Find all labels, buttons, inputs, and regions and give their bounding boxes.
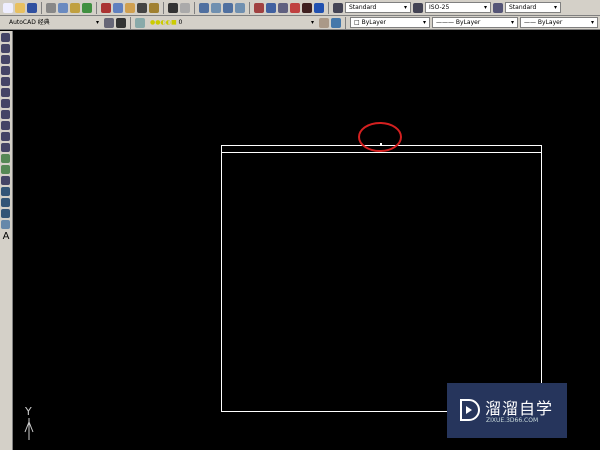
dim-style-icon bbox=[413, 2, 423, 13]
text-style-value: Standard bbox=[349, 4, 377, 11]
undo-icon[interactable] bbox=[168, 2, 178, 13]
dim-style-value: ISO-25 bbox=[429, 4, 450, 11]
arc-icon[interactable] bbox=[1, 88, 10, 97]
spline-icon[interactable] bbox=[1, 121, 10, 130]
layer-previous-icon[interactable] bbox=[331, 17, 341, 28]
chevron-down-icon: ▾ bbox=[422, 19, 426, 26]
publish-icon[interactable] bbox=[70, 2, 80, 13]
table-icon[interactable] bbox=[1, 220, 10, 229]
layer-manager-icon[interactable] bbox=[135, 17, 145, 28]
zoom-previous-icon[interactable] bbox=[235, 2, 245, 13]
line-icon[interactable] bbox=[1, 33, 10, 42]
chevron-down-icon: ▾ bbox=[95, 19, 99, 26]
zoom-window-icon[interactable] bbox=[223, 2, 233, 13]
block-editor-icon[interactable] bbox=[149, 2, 159, 13]
color-select[interactable]: □ ByLayer ▾ bbox=[350, 17, 430, 28]
watermark-url: ZIXUE.3D66.COM bbox=[486, 417, 539, 424]
draw-toolbar: A bbox=[0, 31, 13, 450]
linetype-select[interactable]: ——— ByLayer ▾ bbox=[432, 17, 518, 28]
lineweight-value: —— ByLayer bbox=[524, 19, 563, 26]
preview-icon[interactable] bbox=[58, 2, 68, 13]
copy-icon[interactable] bbox=[113, 2, 123, 13]
paste-icon[interactable] bbox=[125, 2, 135, 13]
color-value: □ ByLayer bbox=[354, 19, 386, 26]
lineweight-name: ByLayer bbox=[537, 19, 563, 26]
text-style-icon bbox=[333, 2, 343, 13]
redo-icon[interactable] bbox=[180, 2, 190, 13]
dim-style-select[interactable]: ISO-25 ▾ bbox=[425, 2, 491, 13]
standard-toolbar: Standard ▾ ISO-25 ▾ Standard ▾ bbox=[0, 0, 600, 16]
new-icon[interactable] bbox=[3, 2, 13, 13]
lineweight-select[interactable]: —— ByLayer ▾ bbox=[520, 17, 598, 28]
point-icon[interactable] bbox=[1, 176, 10, 185]
chevron-down-icon: ▾ bbox=[310, 19, 314, 26]
drawn-rectangle bbox=[221, 145, 542, 412]
save-icon[interactable] bbox=[27, 2, 37, 13]
match-properties-icon[interactable] bbox=[137, 2, 147, 13]
ellipse-arc-icon[interactable] bbox=[1, 143, 10, 152]
layer-select[interactable]: ●●◐◐■ 0 ▾ bbox=[147, 17, 317, 28]
properties-icon[interactable] bbox=[254, 2, 264, 13]
layer-value: ●●◐◐■ 0 bbox=[150, 17, 182, 28]
polyline-icon[interactable] bbox=[1, 55, 10, 64]
circle-icon[interactable] bbox=[1, 99, 10, 108]
workspace-settings-icon[interactable] bbox=[104, 17, 114, 28]
plot-icon[interactable] bbox=[82, 2, 92, 13]
zoom-realtime-icon[interactable] bbox=[211, 2, 221, 13]
text-style-select[interactable]: Standard ▾ bbox=[345, 2, 411, 13]
design-center-icon[interactable] bbox=[266, 2, 276, 13]
workspace-select[interactable]: AutoCAD 经典 ▾ bbox=[6, 17, 102, 28]
chevron-down-icon: ▾ bbox=[403, 4, 407, 11]
color-name: ByLayer bbox=[361, 19, 386, 26]
make-current-icon[interactable] bbox=[319, 17, 329, 28]
open-icon[interactable] bbox=[15, 2, 25, 13]
pan-icon[interactable] bbox=[199, 2, 209, 13]
help-icon[interactable] bbox=[314, 2, 324, 13]
polygon-icon[interactable] bbox=[1, 66, 10, 75]
play-logo-icon bbox=[460, 399, 480, 421]
chevron-down-icon: ▾ bbox=[553, 4, 557, 11]
print-icon[interactable] bbox=[46, 2, 56, 13]
table-style-icon bbox=[493, 2, 503, 13]
markup-icon[interactable] bbox=[302, 2, 312, 13]
make-block-icon[interactable] bbox=[1, 165, 10, 174]
insert-block-icon[interactable] bbox=[1, 154, 10, 163]
linetype-name: ByLayer bbox=[455, 19, 481, 26]
cursor-point bbox=[380, 143, 382, 145]
chevron-down-icon: ▾ bbox=[483, 4, 487, 11]
region-icon[interactable] bbox=[1, 209, 10, 218]
watermark-title: 溜溜自学 bbox=[485, 399, 554, 418]
sheet-set-icon[interactable] bbox=[290, 2, 300, 13]
watermark: 溜溜自学 ZIXUE.3D66.COM bbox=[447, 383, 567, 438]
annotation-circle bbox=[358, 122, 402, 152]
multiline-text-button[interactable]: A bbox=[0, 231, 12, 242]
layer-name: 0 bbox=[178, 19, 183, 26]
ellipse-icon[interactable] bbox=[1, 132, 10, 141]
workspace-value: AutoCAD 经典 bbox=[9, 19, 50, 26]
chevron-down-icon: ▾ bbox=[510, 19, 514, 26]
chevron-down-icon: ▾ bbox=[590, 19, 594, 26]
revision-cloud-icon[interactable] bbox=[1, 110, 10, 119]
gradient-icon[interactable] bbox=[1, 198, 10, 207]
hatch-icon[interactable] bbox=[1, 187, 10, 196]
lightbulb-icon: ●●◐◐■ bbox=[150, 19, 179, 26]
rectangle-icon[interactable] bbox=[1, 77, 10, 86]
linetype-value: ——— ByLayer bbox=[436, 19, 481, 26]
cut-icon[interactable] bbox=[101, 2, 111, 13]
layers-toolbar: AutoCAD 经典 ▾ ●●◐◐■ 0 ▾ □ ByLayer ▾ ——— ByLa… bbox=[0, 16, 600, 30]
ucs-icon bbox=[24, 418, 34, 440]
ucs-y-label: Y bbox=[24, 405, 32, 418]
table-style-select[interactable]: Standard ▾ bbox=[505, 2, 561, 13]
tool-palettes-icon[interactable] bbox=[278, 2, 288, 13]
table-style-value: Standard bbox=[509, 4, 537, 11]
construction-line-icon[interactable] bbox=[1, 44, 10, 53]
workspace-save-icon[interactable] bbox=[116, 17, 126, 28]
